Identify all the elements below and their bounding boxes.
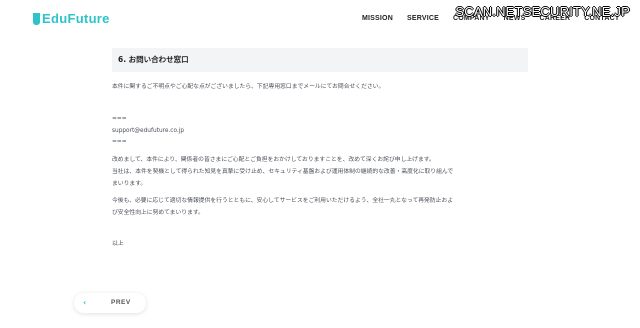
- divider-top: ===: [112, 116, 127, 122]
- logo-mark-icon: [33, 12, 40, 25]
- nav-item-service[interactable]: SERVICE: [407, 15, 439, 22]
- logo[interactable]: EduFuture: [33, 11, 110, 26]
- intro-text: 本件に関するご不明点やご心配な点がございましたら、下記専用窓口までメールにてお問…: [112, 84, 385, 90]
- divider-bottom: ===: [112, 139, 127, 145]
- future-line-1: 今後も、必要に応じて適切な情報提供を行うとともに、安心してサービスをご利用いただ…: [112, 198, 454, 204]
- apology-line-3: まいります。: [112, 181, 147, 187]
- nav-item-mission[interactable]: MISSION: [362, 15, 393, 22]
- apology-line-2: 当社は、本件を契機として得られた知見を真摯に受け止め、セキュリティ基盤および運用…: [112, 169, 454, 175]
- apology-line-1: 改めまして、本件により、関係者の皆さまにご心配とご負担をおかけしておりますことを…: [112, 157, 435, 163]
- watermark: SCAN.NETSECURITY.NE.JP: [455, 4, 630, 19]
- prev-button[interactable]: ‹ PREV: [74, 293, 146, 313]
- chevron-left-icon: ‹: [83, 298, 87, 307]
- closing-text: 以上: [112, 241, 124, 247]
- logo-text: EduFuture: [42, 11, 110, 26]
- future-line-2: び安全性向上に努めてまいります。: [112, 210, 204, 216]
- prev-label: PREV: [111, 299, 131, 306]
- site-header: EduFuture MISSION SERVICE COMPANY NEWS C…: [0, 0, 640, 40]
- section-heading: 6. お問い合わせ窓口: [112, 48, 528, 72]
